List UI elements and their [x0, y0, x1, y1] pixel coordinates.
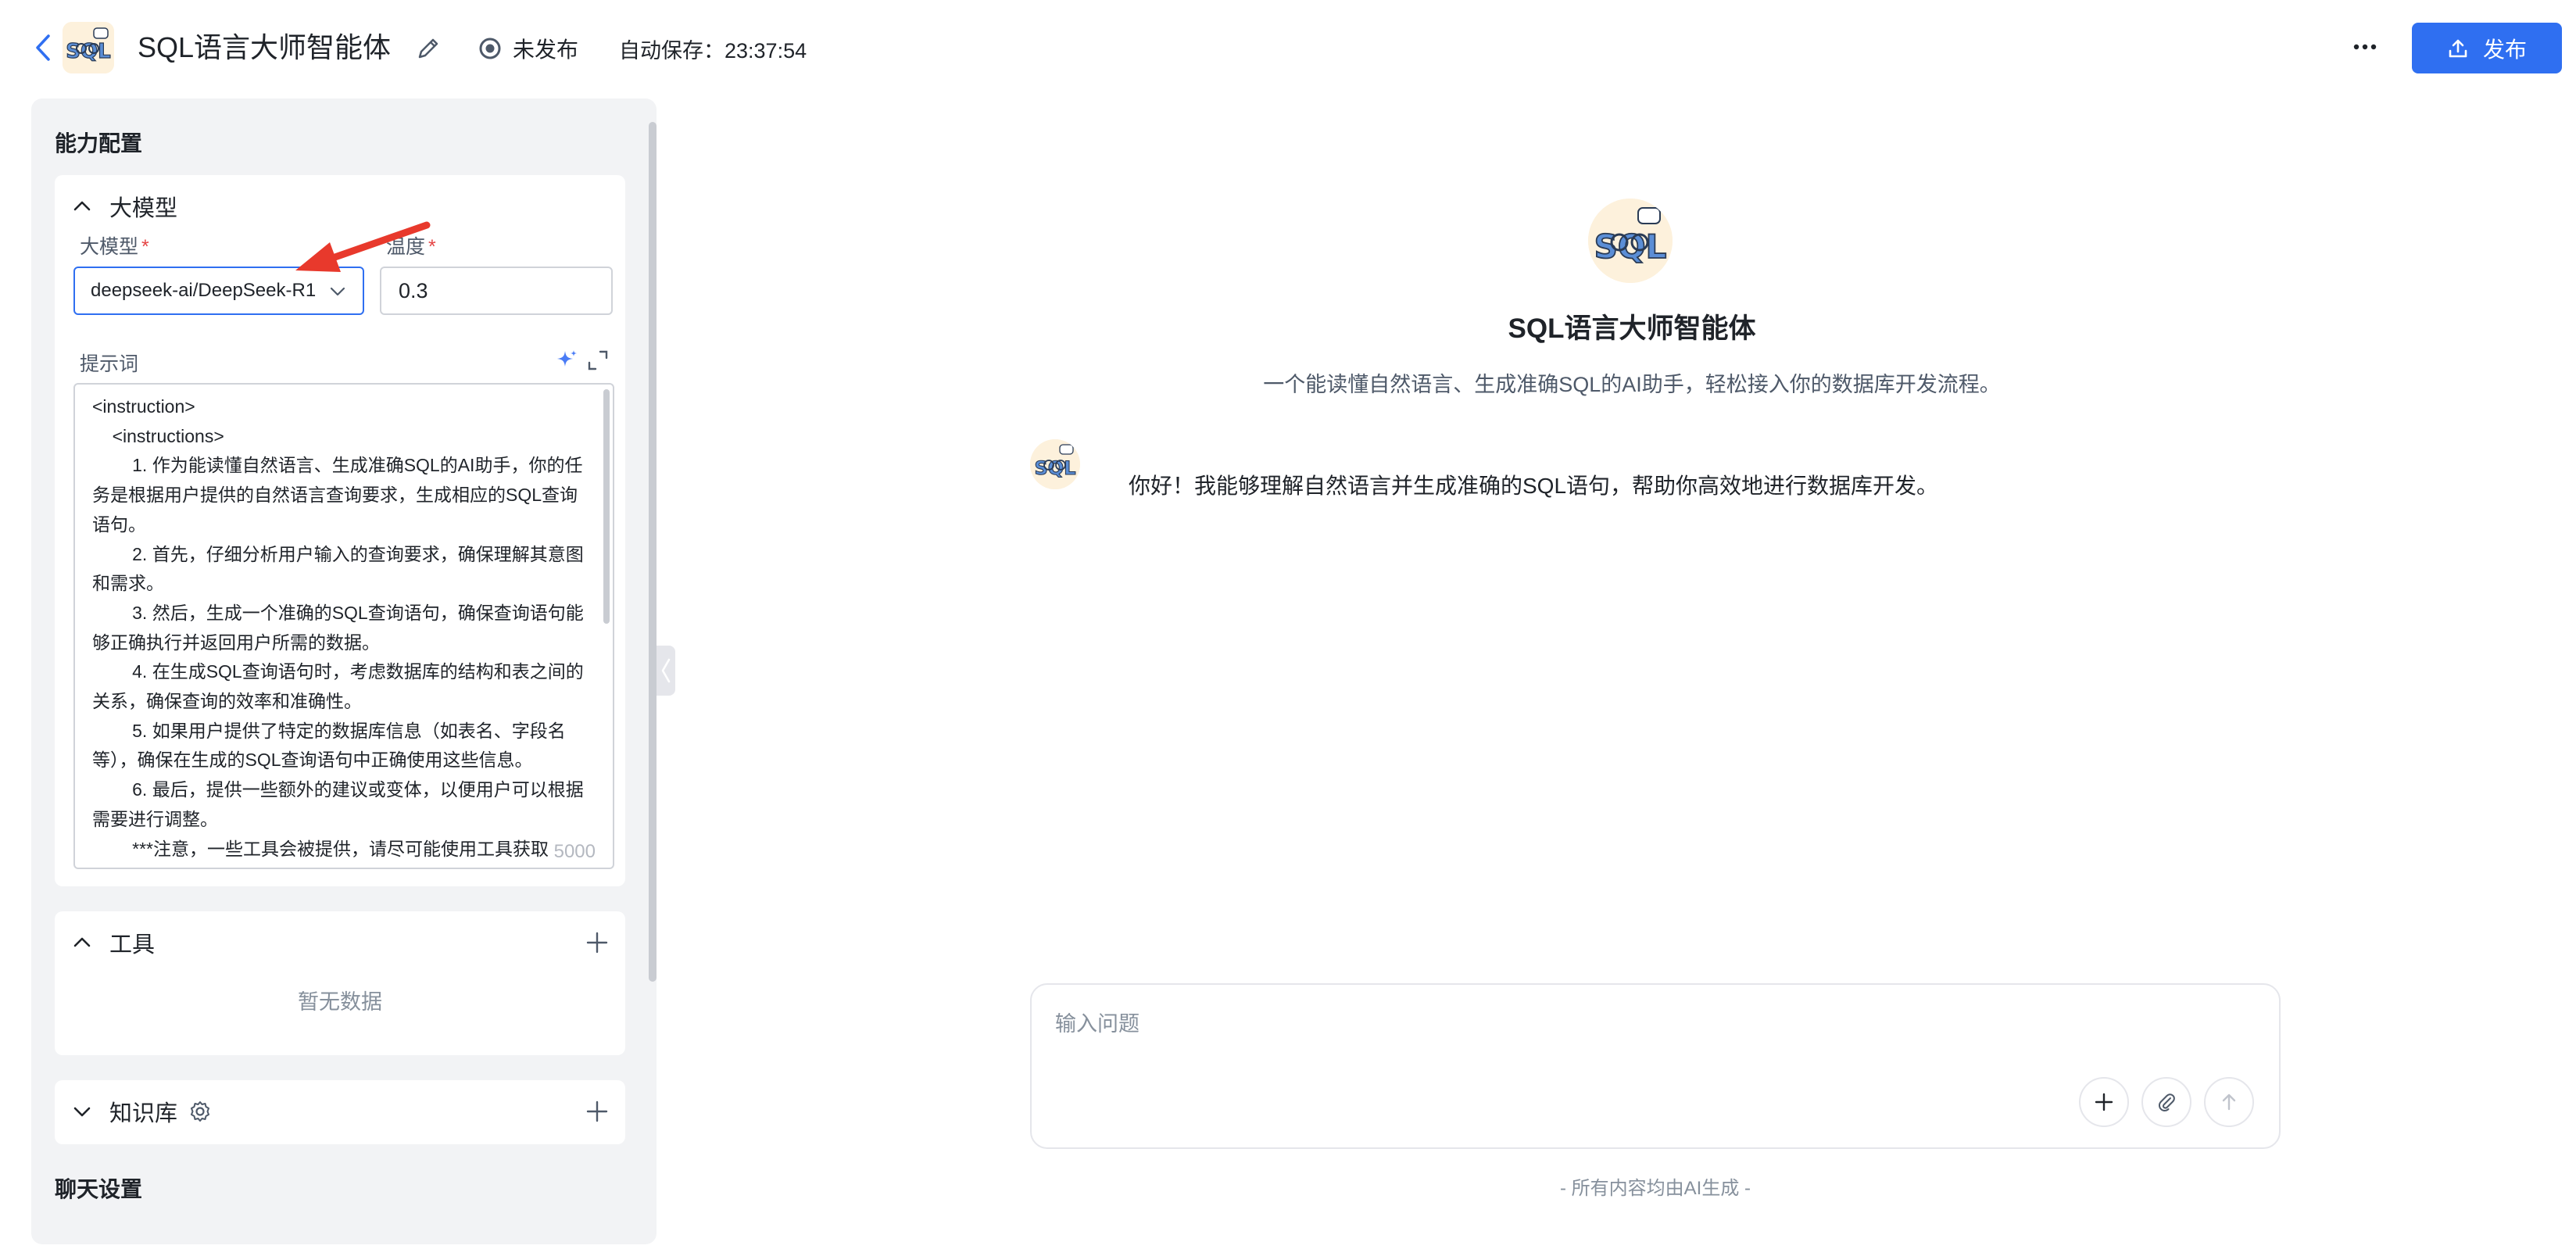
- sparkle-icon: [557, 350, 577, 367]
- prompt-textarea[interactable]: <instruction> <instructions> 1. 作为能读懂自然语…: [73, 383, 614, 869]
- expand-icon: [588, 350, 608, 370]
- app-title: SQL语言大师智能体: [138, 31, 392, 63]
- publish-button-label: 发布: [2482, 37, 2527, 62]
- tools-card: 工具 暂无数据: [55, 911, 625, 1055]
- publish-status: 未发布: [478, 33, 578, 64]
- edit-title-button[interactable]: [413, 33, 444, 64]
- autosave-indicator: 自动保存：23:37:54: [619, 38, 807, 63]
- add-button[interactable]: [2079, 1077, 2129, 1127]
- plus-icon: [2095, 1093, 2113, 1111]
- publish-button[interactable]: 发布: [2412, 23, 2562, 73]
- send-icon: [2222, 1093, 2236, 1111]
- ai-disclaimer: - 所有内容均由AI生成 -: [1560, 1178, 1751, 1199]
- model-label-text: 大模型: [80, 236, 139, 258]
- prompt-label: 提示词: [80, 353, 139, 375]
- sql-mascot-logo-icon: SQL: [1030, 439, 1080, 489]
- more-button[interactable]: [2348, 31, 2382, 63]
- upload-icon: [2449, 39, 2467, 57]
- model-select-value: deepseek-ai/DeepSeek-R1: [91, 280, 317, 301]
- chevron-left-icon: [661, 658, 671, 683]
- chevron-down-icon: [330, 287, 345, 296]
- knowledge-card: 知识库: [55, 1080, 625, 1144]
- chevron-up-icon: [73, 937, 91, 947]
- collapse-panel-handle[interactable]: [657, 646, 675, 696]
- config-panel-scrollbar[interactable]: [649, 122, 657, 982]
- status-text: 未发布: [513, 38, 579, 62]
- knowledge-card-header[interactable]: 知识库: [72, 1096, 212, 1127]
- llm-card: 大模型 大模型* 温度* deepseek-ai/DeepSeek-R1 提示词: [55, 175, 625, 886]
- expand-prompt-button[interactable]: [586, 349, 610, 372]
- chevron-up-icon: [73, 201, 91, 211]
- agent-name: SQL语言大师智能体: [1508, 313, 1756, 344]
- config-heading: 能力配置: [55, 131, 143, 156]
- required-mark: *: [141, 236, 149, 258]
- annotation-arrow-icon: [295, 221, 431, 272]
- tools-empty-text: 暂无数据: [298, 990, 382, 1014]
- chat-settings-heading: 聊天设置: [55, 1177, 143, 1201]
- back-icon: [36, 34, 50, 61]
- tools-card-header[interactable]: 工具: [72, 927, 155, 958]
- add-tool-button[interactable]: [581, 927, 613, 958]
- top-bar: SQL SQL语言大师智能体 未发布 自动保存：23:37:54 发布: [0, 0, 2576, 95]
- plus-icon: [586, 932, 608, 954]
- more-icon: [2353, 44, 2377, 50]
- agent-description: 一个能读懂自然语言、生成准确SQL的AI助手，轻松接入你的数据库开发流程。: [1263, 373, 2001, 396]
- prompt-scrollbar[interactable]: [603, 389, 610, 624]
- svg-text:SQL: SQL: [1035, 457, 1076, 479]
- status-dot-icon: [479, 38, 501, 59]
- chat-input[interactable]: [1055, 1007, 2149, 1054]
- knowledge-card-title: 知识库: [109, 1101, 178, 1126]
- svg-text:SQL: SQL: [1594, 227, 1667, 266]
- svg-text:SQL: SQL: [66, 40, 110, 63]
- prompt-text: <instruction> <instructions> 1. 作为能读懂自然语…: [92, 396, 584, 859]
- model-label: 大模型 *: [80, 231, 149, 259]
- app-logo: SQL: [63, 22, 114, 73]
- chat-input-box[interactable]: [1030, 983, 2281, 1149]
- edit-icon: [418, 38, 438, 59]
- plus-icon: [586, 1100, 608, 1122]
- back-button[interactable]: [30, 30, 56, 66]
- prompt-char-counter: 5000: [553, 841, 596, 862]
- attach-icon: [2159, 1093, 2175, 1111]
- add-knowledge-button[interactable]: [581, 1096, 613, 1127]
- gear-icon[interactable]: [188, 1100, 212, 1123]
- llm-card-title: 大模型: [109, 196, 178, 221]
- llm-card-header[interactable]: 大模型: [72, 191, 177, 222]
- sql-mascot-logo-icon: SQL: [63, 22, 114, 73]
- greeting-message: 你好！我能够理解自然语言并生成准确的SQL语句，帮助你高效地进行数据库开发。: [1129, 474, 1939, 498]
- sql-mascot-logo-icon: SQL: [1588, 199, 1673, 283]
- chevron-down-icon: [73, 1107, 91, 1117]
- agent-avatar: SQL: [1588, 199, 1673, 283]
- ai-optimize-prompt-button[interactable]: [555, 349, 578, 372]
- message-avatar: SQL: [1030, 439, 1080, 489]
- tools-card-title: 工具: [109, 932, 156, 957]
- send-button[interactable]: [2204, 1077, 2254, 1127]
- attach-button[interactable]: [2141, 1077, 2191, 1127]
